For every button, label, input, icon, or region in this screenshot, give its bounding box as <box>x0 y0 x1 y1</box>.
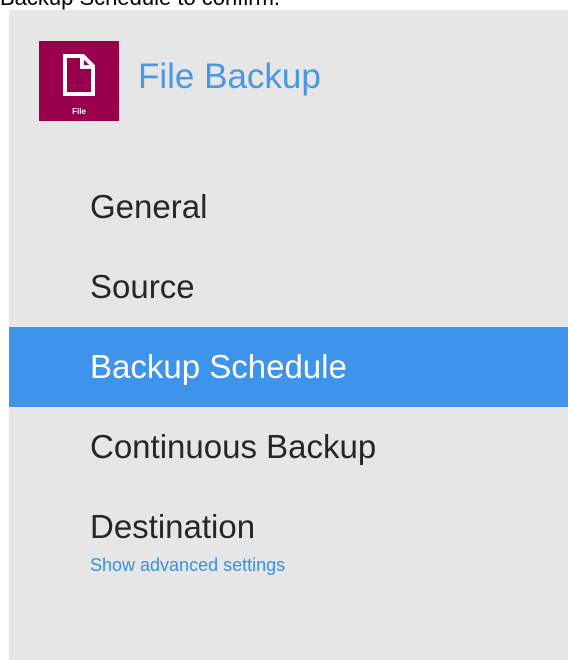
settings-sidebar: File File Backup General Source Backup S… <box>9 10 568 660</box>
app-header: File File Backup <box>39 41 321 121</box>
page-title: File Backup <box>138 57 321 96</box>
nav-item-general[interactable]: General <box>9 167 568 247</box>
nav-item-source[interactable]: Source <box>9 247 568 327</box>
nav-item-continuous-backup[interactable]: Continuous Backup <box>9 407 568 487</box>
document-shape <box>63 54 95 96</box>
file-icon-label: File <box>72 107 86 116</box>
settings-nav: General Source Backup Schedule Continuou… <box>9 167 568 576</box>
nav-item-backup-schedule[interactable]: Backup Schedule <box>9 327 568 407</box>
show-advanced-settings-link[interactable]: Show advanced settings <box>9 555 568 576</box>
caption-text: Backup Schedule to confirm. <box>0 0 568 10</box>
file-icon: File <box>39 41 119 121</box>
